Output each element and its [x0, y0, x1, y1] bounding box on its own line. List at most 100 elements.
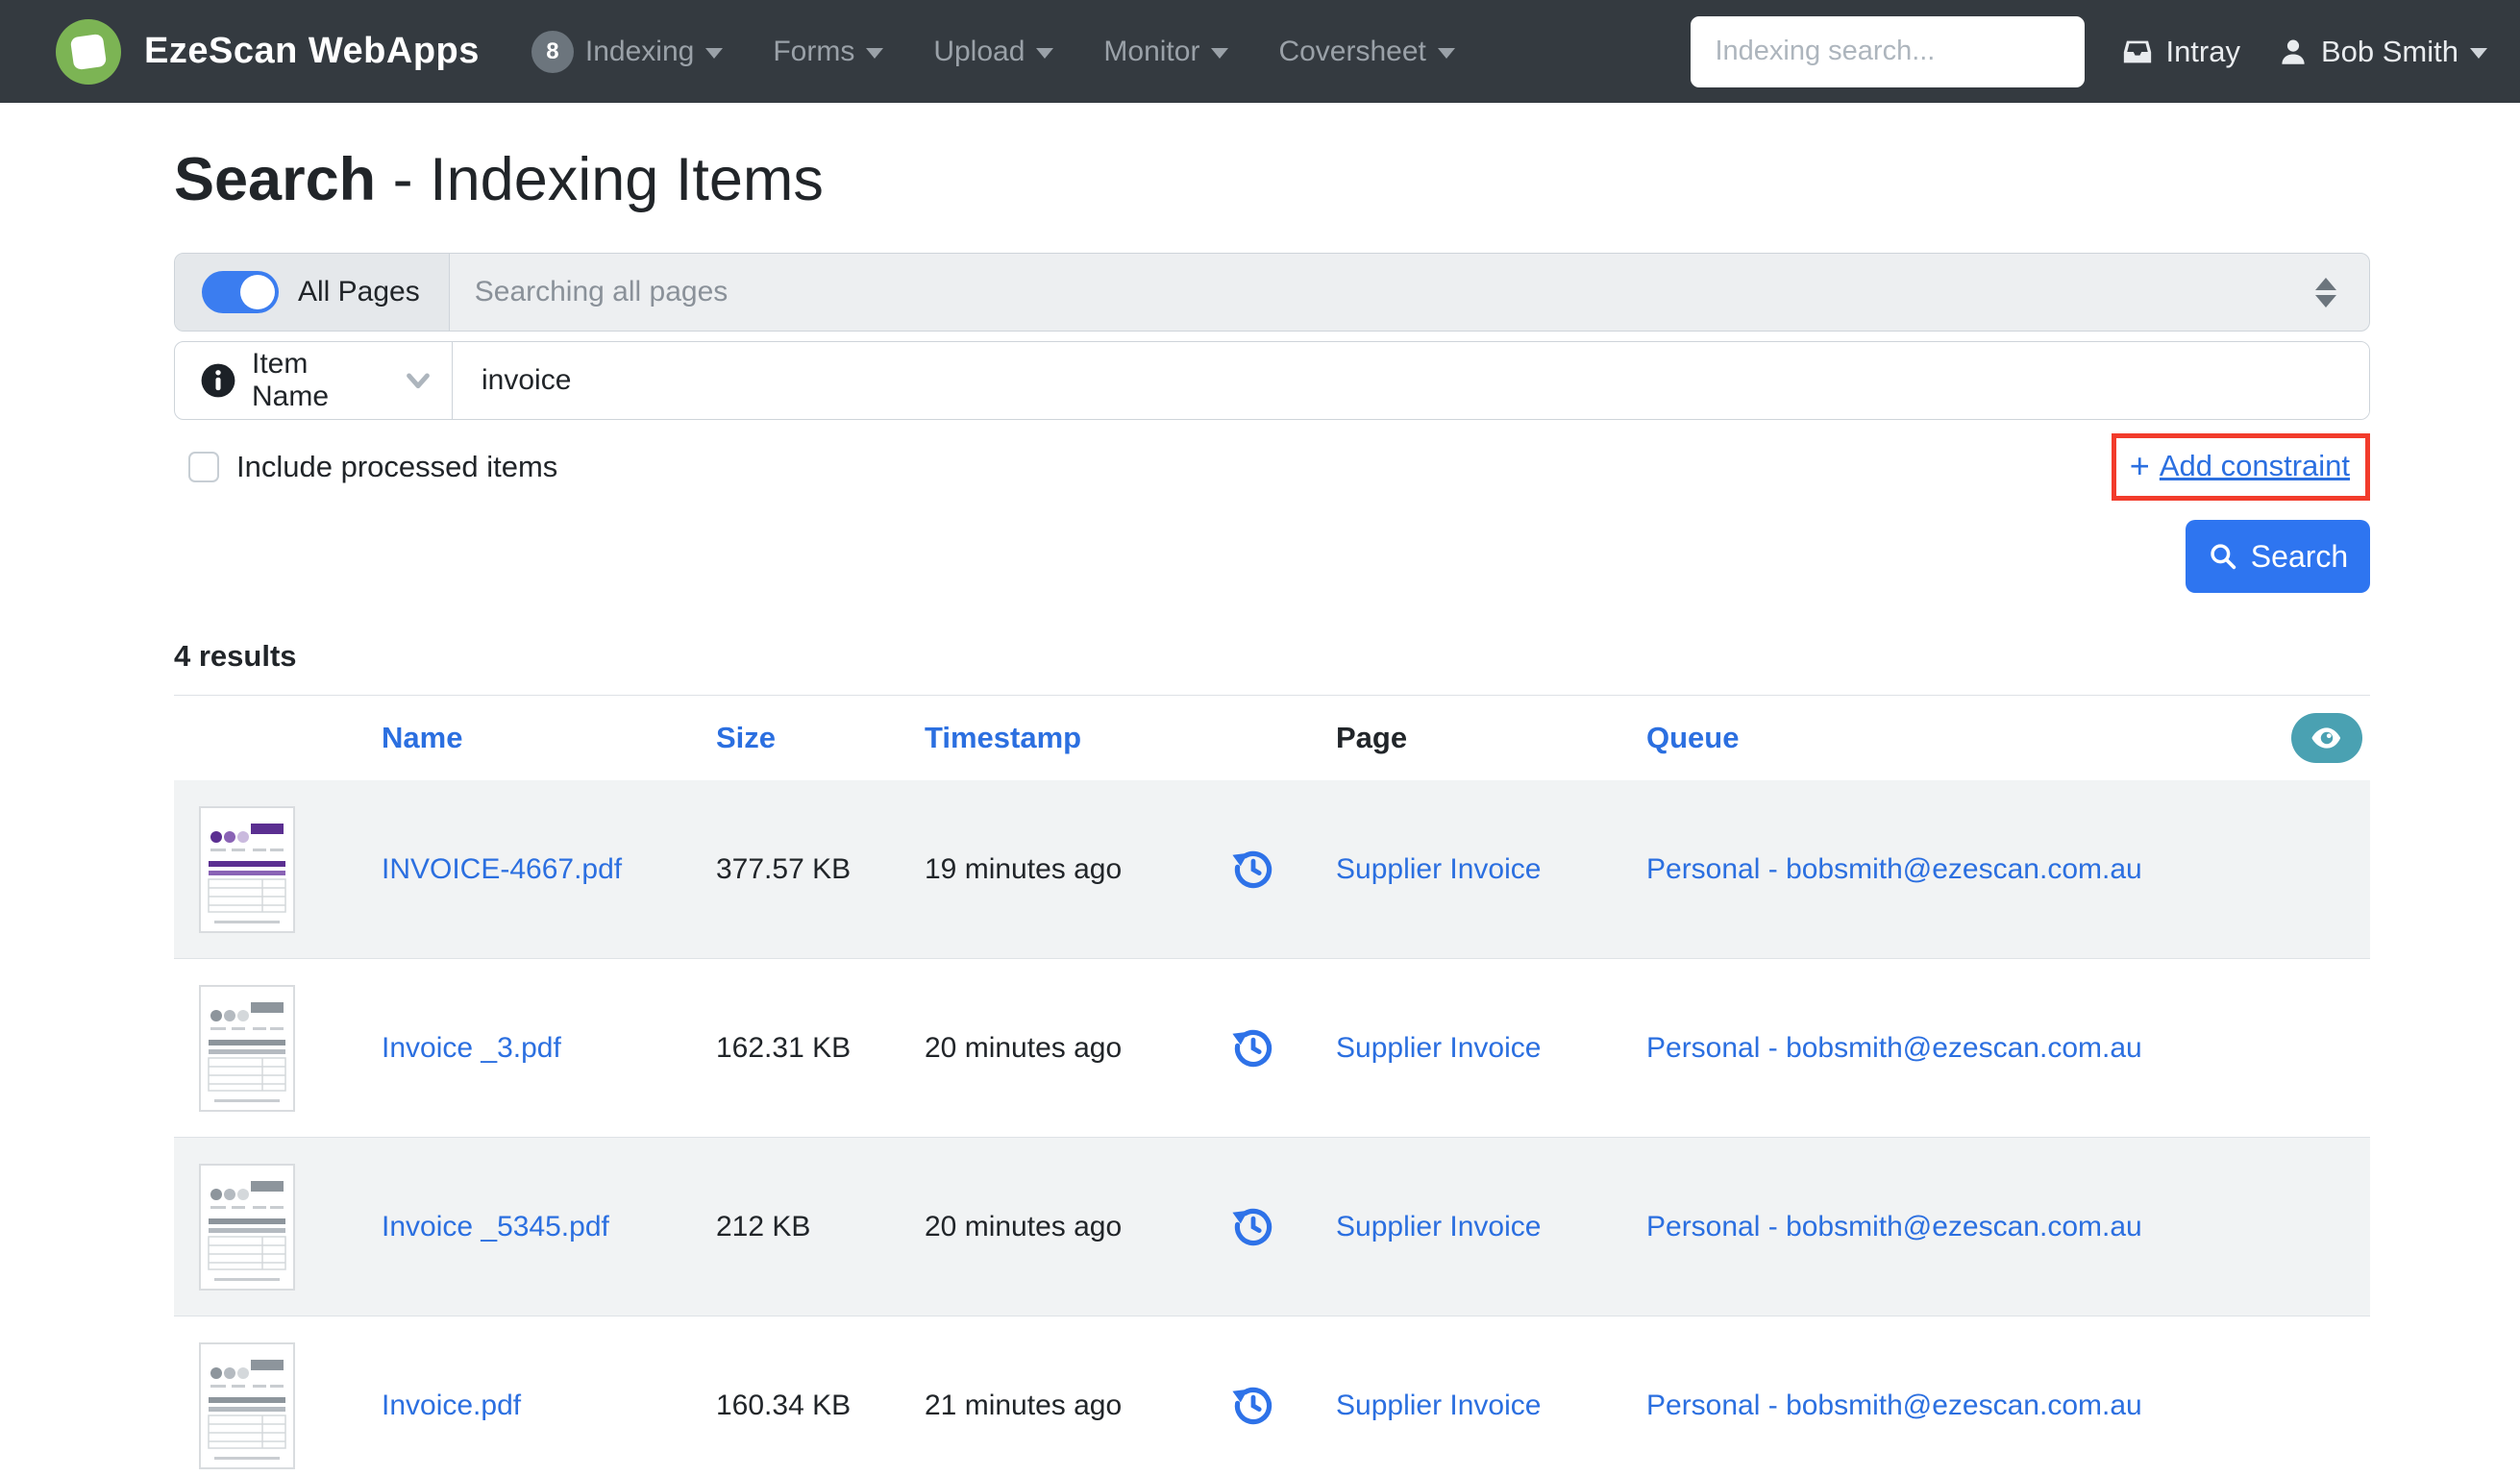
- search-icon: [2211, 544, 2236, 570]
- nav-item-label: Indexing: [584, 35, 695, 67]
- history-button[interactable]: [1228, 1023, 1278, 1073]
- all-pages-label: All Pages: [298, 276, 420, 308]
- nav-item-forms[interactable]: Forms: [773, 35, 884, 68]
- table-row: INVOICE-4667.pdf 377.57 KB 19 minutes ag…: [174, 780, 2370, 959]
- ezescan-logo-icon: [56, 18, 121, 85]
- field-selector-dropdown[interactable]: Item Name: [175, 342, 453, 419]
- file-name-link[interactable]: Invoice _5345.pdf: [382, 1211, 716, 1243]
- field-selector-label: Item Name: [252, 348, 330, 412]
- history-icon: [1232, 1208, 1272, 1245]
- add-constraint-link[interactable]: + Add constraint: [2130, 446, 2350, 486]
- page-link[interactable]: Supplier Invoice: [1336, 1211, 1625, 1243]
- nav-item-upload[interactable]: Upload: [933, 36, 1054, 68]
- timestamp: 20 minutes ago: [925, 1210, 1123, 1242]
- search-row: Search: [174, 520, 2370, 593]
- file-name-link[interactable]: INVOICE-4667.pdf: [382, 853, 716, 886]
- document-thumbnail[interactable]: [199, 984, 295, 1112]
- include-processed-group: Include processed items: [188, 450, 557, 484]
- table-row: Invoice.pdf 160.34 KB 21 minutes ago Sup…: [174, 1316, 2370, 1476]
- chevron-down-icon: [1036, 48, 1054, 59]
- history-button[interactable]: [1228, 1202, 1278, 1252]
- page-link[interactable]: Supplier Invoice: [1336, 1390, 1625, 1422]
- chevron-down-icon: [407, 373, 430, 389]
- file-size: 212 KB: [716, 1210, 811, 1242]
- options-row: Include processed items + Add constraint: [174, 433, 2370, 501]
- plus-icon: +: [2129, 446, 2150, 485]
- history-icon: [1232, 1387, 1272, 1424]
- chevron-down-icon: [2470, 48, 2487, 59]
- search-button[interactable]: Search: [2186, 520, 2370, 593]
- include-processed-checkbox[interactable]: [188, 452, 219, 482]
- nav-item-label: Forms: [773, 35, 855, 67]
- page-link[interactable]: Supplier Invoice: [1336, 853, 1625, 886]
- queue-link[interactable]: Personal - bobsmith@ezescan.com.au: [1625, 1390, 2282, 1422]
- main-content: Search - Indexing Items All Pages Search…: [174, 145, 2370, 1476]
- nav-item-label: Coversheet: [1278, 35, 1426, 67]
- history-icon: [1232, 850, 1272, 888]
- user-name: Bob Smith: [2320, 34, 2458, 68]
- queue-link[interactable]: Personal - bobsmith@ezescan.com.au: [1625, 1211, 2282, 1243]
- page-title: Search - Indexing Items: [174, 145, 2370, 214]
- document-thumbnail[interactable]: [199, 1341, 295, 1469]
- table-row: Invoice _5345.pdf 212 KB 20 minutes ago …: [174, 1138, 2370, 1316]
- chevron-down-icon: [1211, 48, 1229, 59]
- scope-select[interactable]: Searching all pages: [450, 254, 2369, 331]
- query-input[interactable]: [453, 342, 2369, 419]
- history-button[interactable]: [1228, 845, 1278, 895]
- top-navbar: EzeScan WebApps 8 Indexing Forms Upload …: [0, 0, 2520, 103]
- page-link[interactable]: Supplier Invoice: [1336, 1032, 1625, 1065]
- document-thumbnail[interactable]: [199, 805, 295, 933]
- timestamp: 19 minutes ago: [925, 852, 1123, 885]
- timestamp: 21 minutes ago: [925, 1389, 1123, 1421]
- column-header-queue[interactable]: Queue: [1625, 721, 2282, 755]
- column-header-timestamp[interactable]: Timestamp: [925, 721, 1201, 755]
- history-icon: [1232, 1029, 1272, 1067]
- history-button[interactable]: [1228, 1381, 1278, 1431]
- table-row: Invoice _3.pdf 162.31 KB 20 minutes ago …: [174, 959, 2370, 1138]
- chevron-down-icon: [705, 48, 724, 59]
- file-size: 377.57 KB: [716, 852, 852, 885]
- column-header-name[interactable]: Name: [382, 721, 716, 755]
- column-header-page: Page: [1336, 721, 1408, 754]
- document-thumbnail[interactable]: [199, 1163, 295, 1291]
- page-title-sub: - Indexing Items: [392, 146, 824, 213]
- nav-item-monitor[interactable]: Monitor: [1103, 35, 1229, 68]
- column-header-size[interactable]: Size: [716, 721, 925, 755]
- search-button-label: Search: [2250, 538, 2349, 574]
- all-pages-addon: All Pages: [175, 254, 450, 331]
- brand[interactable]: EzeScan WebApps: [56, 18, 480, 85]
- chevron-down-icon: [1437, 48, 1455, 59]
- eye-icon: [2311, 727, 2341, 749]
- search-scope-bar: All Pages Searching all pages: [174, 253, 2370, 332]
- file-size: 162.31 KB: [716, 1031, 852, 1064]
- nav-item-indexing[interactable]: 8 Indexing: [531, 30, 724, 73]
- table-header-row: Name Size Timestamp Page Queue: [174, 696, 2370, 780]
- chevron-down-icon: [866, 48, 884, 59]
- user-menu[interactable]: Bob Smith: [2277, 35, 2487, 69]
- nav-item-label: Monitor: [1103, 35, 1200, 67]
- page-title-main: Search: [174, 146, 377, 213]
- intray-button[interactable]: Intray: [2121, 35, 2240, 69]
- intray-icon: [2124, 40, 2152, 62]
- queue-link[interactable]: Personal - bobsmith@ezescan.com.au: [1625, 853, 2282, 886]
- file-name-link[interactable]: Invoice _3.pdf: [382, 1032, 716, 1065]
- nav-item-coversheet[interactable]: Coversheet: [1278, 35, 1455, 68]
- annotation-highlight-box: + Add constraint: [2111, 433, 2370, 501]
- include-processed-label: Include processed items: [236, 450, 558, 483]
- navbar-right: Intray Bob Smith: [1691, 15, 2487, 87]
- add-constraint-label: Add constraint: [2159, 449, 2350, 482]
- brand-title: EzeScan WebApps: [144, 31, 480, 71]
- column-visibility-button[interactable]: [2291, 713, 2362, 763]
- results-rows: INVOICE-4667.pdf 377.57 KB 19 minutes ag…: [174, 780, 2370, 1476]
- select-updown-icon: [2315, 277, 2336, 308]
- scope-selected-value: Searching all pages: [474, 276, 729, 308]
- indexing-count-badge: 8: [531, 30, 574, 73]
- all-pages-toggle[interactable]: [202, 271, 279, 313]
- queue-link[interactable]: Personal - bobsmith@ezescan.com.au: [1625, 1032, 2282, 1065]
- timestamp: 20 minutes ago: [925, 1031, 1123, 1064]
- main-nav: 8 Indexing Forms Upload Monitor Covershe…: [531, 30, 1455, 73]
- file-name-link[interactable]: Invoice.pdf: [382, 1390, 716, 1422]
- intray-label: Intray: [2165, 34, 2240, 68]
- results-table: Name Size Timestamp Page Queue INVOICE-4…: [174, 695, 2370, 1476]
- indexing-search-input[interactable]: [1691, 15, 2086, 87]
